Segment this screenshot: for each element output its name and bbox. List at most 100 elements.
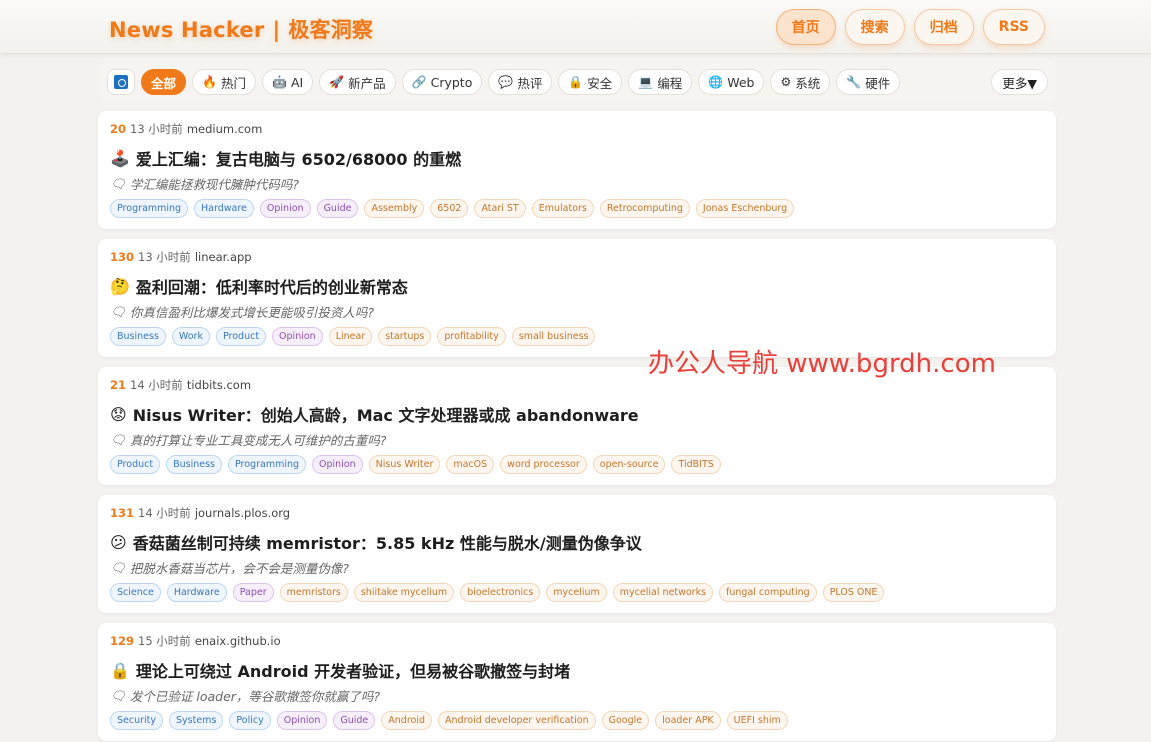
category-security[interactable]: 🔒 安全: [558, 69, 623, 95]
story-card[interactable]: 131 14 小时前 journals.plos.org 😕 香菇菌丝制可持续 mem…: [98, 495, 1056, 613]
story-tags: Security Systems Policy Opinion Guide Android…: [110, 711, 788, 730]
story-tag[interactable]: Android developer verification: [438, 711, 596, 730]
story-domain[interactable]: tidbits.com: [187, 378, 251, 392]
site-brand[interactable]: News Hacker | 极客洞察: [109, 14, 373, 44]
story-tag[interactable]: Guide: [333, 711, 376, 730]
story-tag[interactable]: shiitake mycelium: [353, 583, 455, 602]
story-tag[interactable]: word processor: [500, 455, 587, 474]
story-tag[interactable]: 6502: [430, 199, 469, 218]
nav-home-button[interactable]: 首页: [775, 9, 836, 45]
story-tag[interactable]: Opinion: [276, 711, 328, 730]
top-nav: 首页 搜索 归档 RSS: [775, 9, 1045, 45]
story-tag[interactable]: Nisus Writer: [368, 455, 441, 474]
category-all[interactable]: 全部: [141, 69, 187, 95]
story-title[interactable]: 🕹️ 爱上汇编：复古电脑与 6502/68000 的重燃: [110, 146, 461, 170]
story-tag[interactable]: Assembly: [364, 199, 425, 218]
story-title[interactable]: 😕 香菇菌丝制可持续 memristor：5.85 kHz 性能与脱水/测量伪像争…: [110, 530, 642, 554]
story-title[interactable]: 🔒 理论上可绕过 Android 开发者验证，但易被谷歌撤签与封堵: [110, 658, 570, 682]
category-programming[interactable]: 💻 编程: [628, 69, 693, 95]
story-tag[interactable]: Product: [110, 455, 161, 474]
story-meta: 21 14 小时前 tidbits.com: [110, 377, 251, 393]
category-hot-comments[interactable]: 💬 热评: [488, 69, 553, 95]
category-ai[interactable]: 🤖 AI: [261, 69, 314, 95]
story-domain[interactable]: journals.plos.org: [195, 506, 290, 520]
story-tags: Science Hardware Paper memristors shiitake m…: [110, 583, 885, 602]
category-bar: 全部 🔥 热门 🤖 AI 🚀 新产品 🔗 Crypto 💬 热评 🔒 安全 💻 编程 🌐 Web…: [98, 62, 1056, 102]
story-tag[interactable]: Security: [110, 711, 164, 730]
category-systems[interactable]: ⚙ 系统: [770, 69, 831, 95]
story-tag[interactable]: Systems: [169, 711, 224, 730]
story-tag[interactable]: fungal computing: [719, 583, 817, 602]
story-tag[interactable]: Google: [601, 711, 650, 730]
story-question-text: 把脱水香菇当芯片，会不会是测量伪像?: [129, 561, 350, 576]
story-tag[interactable]: open-source: [592, 455, 666, 474]
category-hot[interactable]: 🔥 热门: [192, 69, 256, 95]
category-hardware[interactable]: 🔧 硬件: [836, 69, 901, 95]
story-tag[interactable]: Work: [171, 327, 210, 346]
nav-archive-button[interactable]: 归档: [913, 9, 974, 45]
story-tag[interactable]: profitability: [437, 327, 506, 346]
nav-search-button[interactable]: 搜索: [844, 9, 905, 45]
category-label: Web: [727, 74, 755, 90]
story-tag[interactable]: Jonas Eschenburg: [695, 199, 795, 218]
category-label: 编程: [657, 75, 683, 91]
story-tag[interactable]: small business: [511, 327, 596, 346]
nav-rss-button[interactable]: RSS: [982, 9, 1045, 45]
story-tag[interactable]: Emulators: [531, 199, 594, 218]
story-card[interactable]: 130 13 小时前 linear.app 🤔 盈利回潮：低利率时代后的创业新常态 🗨…: [98, 239, 1056, 357]
story-tag[interactable]: mycelial networks: [612, 583, 714, 602]
story-tag[interactable]: bioelectronics: [460, 583, 541, 602]
app-logo-icon: [114, 75, 128, 89]
story-tag[interactable]: TidBITS: [671, 455, 721, 474]
story-tag[interactable]: Opinion: [259, 199, 311, 218]
story-tag[interactable]: Science: [110, 583, 161, 602]
story-tag[interactable]: Android: [381, 711, 433, 730]
story-tag[interactable]: Programming: [110, 199, 189, 218]
story-tag[interactable]: mycelium: [546, 583, 607, 602]
story-tag[interactable]: Business: [166, 455, 222, 474]
story-tag[interactable]: Programming: [227, 455, 307, 474]
story-tag[interactable]: loader APK: [655, 711, 721, 730]
story-tag[interactable]: Retrocomputing: [599, 199, 690, 218]
story-meta: 130 13 小时前 linear.app: [110, 249, 252, 265]
story-tag[interactable]: UEFI shim: [726, 711, 788, 730]
story-tag[interactable]: Hardware: [166, 583, 227, 602]
watermark-text: 办公人导航 www.bgrdh.com: [648, 349, 996, 379]
story-tag[interactable]: Product: [215, 327, 267, 346]
joystick-icon: 🕹️: [110, 148, 130, 168]
comment-icon: 🗨: [110, 431, 126, 447]
story-domain[interactable]: enaix.github.io: [195, 634, 281, 648]
story-question: 🗨 发个已验证 loader，等谷歌撤签你就赢了吗?: [110, 686, 380, 705]
story-tag[interactable]: Policy: [229, 711, 271, 730]
story-tag[interactable]: Opinion: [312, 455, 363, 474]
category-crypto[interactable]: 🔗 Crypto: [401, 69, 483, 95]
story-tag[interactable]: memristors: [279, 583, 348, 602]
story-card[interactable]: 21 14 小时前 tidbits.com 😟 Nisus Writer：创始人高龄，…: [98, 367, 1056, 485]
category-new-products[interactable]: 🚀 新产品: [319, 69, 396, 95]
story-domain[interactable]: linear.app: [195, 250, 252, 264]
category-logo-button[interactable]: [107, 69, 135, 95]
story-tag[interactable]: Atari ST: [474, 199, 526, 218]
story-tag[interactable]: Business: [110, 327, 166, 346]
category-web[interactable]: 🌐 Web: [698, 69, 765, 95]
story-tag[interactable]: PLOS ONE: [822, 583, 885, 602]
story-title-text: 理论上可绕过 Android 开发者验证，但易被谷歌撤签与封堵: [135, 662, 571, 681]
story-tag[interactable]: startups: [378, 327, 432, 346]
story-tag[interactable]: Paper: [232, 583, 274, 602]
site-header: News Hacker | 极客洞察 首页 搜索 归档 RSS: [0, 0, 1151, 54]
story-title[interactable]: 🤔 盈利回潮：低利率时代后的创业新常态: [110, 274, 408, 298]
comment-icon: 🗨: [110, 559, 126, 575]
story-domain[interactable]: medium.com: [187, 122, 262, 136]
story-tag[interactable]: Hardware: [194, 199, 254, 218]
story-tag[interactable]: Linear: [328, 327, 373, 346]
story-title[interactable]: 😟 Nisus Writer：创始人高龄，Mac 文字处理器或成 abandonw…: [110, 402, 639, 426]
story-tag[interactable]: Opinion: [272, 327, 323, 346]
story-title-text: Nisus Writer：创始人高龄，Mac 文字处理器或成 abandonwa…: [132, 406, 639, 425]
story-tag[interactable]: Guide: [316, 199, 359, 218]
category-label: 系统: [795, 75, 821, 91]
story-card[interactable]: 20 13 小时前 medium.com 🕹️ 爱上汇编：复古电脑与 6502/680…: [98, 111, 1056, 229]
story-card[interactable]: 129 15 小时前 enaix.github.io 🔒 理论上可绕过 Android…: [98, 623, 1056, 741]
story-tag[interactable]: macOS: [446, 455, 495, 474]
category-label: 热门: [220, 75, 246, 91]
more-categories-button[interactable]: 更多▼: [991, 69, 1048, 95]
